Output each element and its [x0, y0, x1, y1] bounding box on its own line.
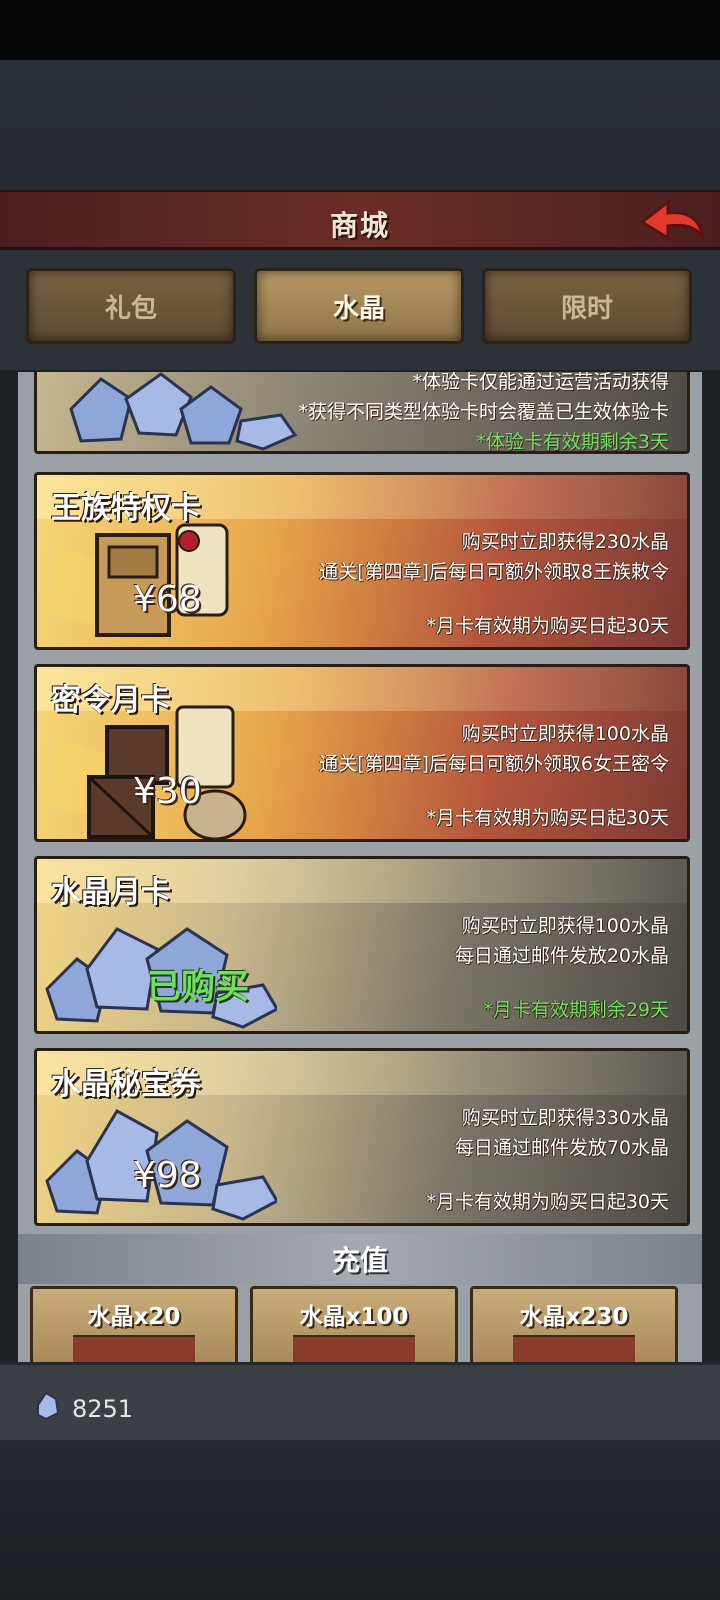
pack-image	[73, 1335, 195, 1362]
card-name: 密令月卡	[51, 683, 171, 718]
crystal-treasure-voucher[interactable]: 水晶秘宝券 购买时立即获得330水晶 每日通过邮件发放70水晶 ¥98 *月卡有…	[34, 1048, 690, 1226]
recharge-pack-230[interactable]: 水晶x230	[470, 1286, 678, 1362]
back-button[interactable]	[638, 196, 706, 246]
tab-limited[interactable]: 限时	[482, 268, 692, 344]
trial-card-override-note: *获得不同类型体验卡时会覆盖已生效体验卡	[298, 401, 669, 423]
card-immediate-reward: 购买时立即获得100水晶	[461, 915, 669, 937]
purchased-badge: 已购买	[147, 967, 249, 1007]
card-daily-reward: 通关[第四章]后每日可额外领取8王族敕令	[319, 561, 669, 583]
trial-card-source-note: *体验卡仅能通过运营活动获得	[412, 372, 669, 393]
trial-card-remaining: *体验卡有效期剩余3天	[476, 431, 669, 453]
pack-image	[513, 1335, 635, 1362]
crystal-icon	[37, 1391, 60, 1421]
secret-order-monthly-card[interactable]: 密令月卡 购买时立即获得100水晶 通关[第四章]后每日可额外领取6女王密令 ¥…	[34, 664, 690, 842]
card-immediate-reward: 购买时立即获得100水晶	[461, 723, 669, 745]
currency-footer: 8251	[0, 1362, 720, 1440]
recharge-pack-20[interactable]: 水晶x20	[30, 1286, 238, 1362]
recharge-section-title: 充值	[18, 1234, 702, 1284]
status-bar	[0, 0, 720, 60]
background-lower	[0, 1440, 720, 1600]
card-immediate-reward: 购买时立即获得230水晶	[461, 531, 669, 553]
pack-image	[293, 1335, 415, 1362]
crystal-pile-icon	[69, 372, 298, 451]
card-validity-note: *月卡有效期为购买日起30天	[426, 1191, 669, 1213]
card-name: 王族特权卡	[51, 491, 201, 526]
card-validity-note: *月卡有效期为购买日起30天	[426, 615, 669, 637]
card-validity-note: *月卡有效期为购买日起30天	[426, 807, 669, 829]
card-daily-reward: 通关[第四章]后每日可额外领取6女王密令	[319, 753, 669, 775]
pack-label: 水晶x230	[519, 1304, 629, 1330]
card-immediate-reward: 购买时立即获得330水晶	[461, 1107, 669, 1129]
tab-bar: 礼包 水晶 限时	[0, 250, 720, 370]
page-title: 商城	[329, 209, 390, 242]
shop-header: 商城	[0, 190, 720, 250]
crystal-monthly-card[interactable]: 水晶月卡 购买时立即获得100水晶 每日通过邮件发放20水晶 已购买 *月卡有效…	[34, 856, 690, 1034]
trial-card-item[interactable]: *体验卡仅能通过运营活动获得 *获得不同类型体验卡时会覆盖已生效体验卡 *体验卡…	[34, 372, 690, 454]
card-name: 水晶秘宝券	[51, 1067, 201, 1102]
card-remaining-days: *月卡有效期剩余29天	[483, 999, 669, 1021]
pack-label: 水晶x100	[299, 1304, 409, 1330]
royal-privilege-card[interactable]: 王族特权卡 购买时立即获得230水晶 通关[第四章]后每日可额外领取8王族敕令 …	[34, 472, 690, 650]
card-price: ¥30	[133, 771, 202, 812]
shop-content-scroll[interactable]: *体验卡仅能通过运营活动获得 *获得不同类型体验卡时会覆盖已生效体验卡 *体验卡…	[18, 372, 702, 1362]
card-price: ¥98	[133, 1155, 202, 1196]
tab-gift-packs[interactable]: 礼包	[26, 268, 236, 344]
background-upper	[0, 60, 720, 190]
recharge-pack-100[interactable]: 水晶x100	[250, 1286, 458, 1362]
back-arrow-icon	[639, 198, 705, 241]
card-name: 水晶月卡	[51, 875, 171, 910]
card-daily-reward: 每日通过邮件发放70水晶	[454, 1137, 669, 1159]
pack-label: 水晶x20	[87, 1304, 181, 1330]
tab-crystal[interactable]: 水晶	[254, 268, 464, 344]
crystal-balance: 8251	[72, 1395, 134, 1423]
card-daily-reward: 每日通过邮件发放20水晶	[454, 945, 669, 967]
card-price: ¥68	[133, 579, 202, 620]
